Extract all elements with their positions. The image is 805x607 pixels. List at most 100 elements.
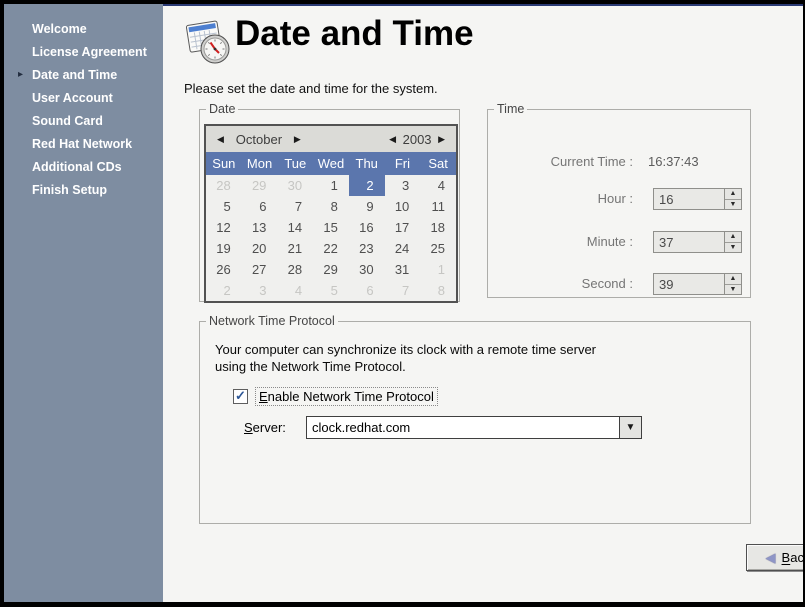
calendar-day-cell[interactable]: 17 xyxy=(385,217,421,238)
calendar-day-cell[interactable]: 29 xyxy=(313,259,349,280)
second-spinner: ▲ ▼ xyxy=(653,273,742,295)
calendar-day-cell[interactable]: 5 xyxy=(206,196,242,217)
ntp-group: Network Time Protocol Your computer can … xyxy=(199,314,751,524)
calendar-day-header: Mon xyxy=(242,156,278,171)
sidebar-item-label: Finish Setup xyxy=(32,183,107,197)
calendar-day-cell[interactable]: 30 xyxy=(349,259,385,280)
calendar-day-cell[interactable]: 11 xyxy=(420,196,456,217)
sidebar-item-license-agreement[interactable]: License Agreement xyxy=(4,40,163,63)
prev-month-icon[interactable]: ◀ xyxy=(213,134,228,145)
calendar-day-cell[interactable]: 21 xyxy=(277,238,313,259)
hour-spin-down-icon[interactable]: ▼ xyxy=(725,200,741,210)
second-row: Second : ▲ ▼ xyxy=(488,273,750,295)
sidebar-item-label: Additional CDs xyxy=(32,160,122,174)
calendar-day-cell[interactable]: 26 xyxy=(206,259,242,280)
calendar-day-cell[interactable]: 23 xyxy=(349,238,385,259)
calendar-day-cell[interactable]: 12 xyxy=(206,217,242,238)
sidebar-nav: Welcome License Agreement ▸Date and Time Us… xyxy=(4,4,163,602)
time-group-label: Time xyxy=(494,102,527,116)
calendar-day-cell[interactable]: 1 xyxy=(420,259,456,280)
calendar-day-cell[interactable]: 3 xyxy=(385,175,421,196)
sidebar-item-finish-setup[interactable]: Finish Setup xyxy=(4,178,163,201)
sidebar-item-label: License Agreement xyxy=(32,45,147,59)
calendar-day-cell[interactable]: 6 xyxy=(349,280,385,301)
calendar-day-cell[interactable]: 1 xyxy=(313,175,349,196)
back-arrow-icon: ◀ xyxy=(766,551,776,564)
calendar-day-cell[interactable]: 6 xyxy=(242,196,278,217)
minute-spin-up-icon[interactable]: ▲ xyxy=(725,232,741,243)
calendar-day-cell[interactable]: 28 xyxy=(206,175,242,196)
sidebar-item-label: Red Hat Network xyxy=(32,137,132,151)
calendar-day-cell[interactable]: 7 xyxy=(277,196,313,217)
sidebar-item-label: Date and Time xyxy=(32,68,117,82)
sidebar-item-date-and-time[interactable]: ▸Date and Time xyxy=(4,63,163,86)
server-row: Server: ▼ xyxy=(244,416,286,439)
calendar-day-cell[interactable]: 30 xyxy=(277,175,313,196)
main-content: Date and Time Please set the date and ti… xyxy=(163,4,803,602)
calendar-day-cell[interactable]: 18 xyxy=(420,217,456,238)
sidebar-item-welcome[interactable]: Welcome xyxy=(4,17,163,40)
calendar-day-cell[interactable]: 5 xyxy=(313,280,349,301)
calendar-day-cell[interactable]: 7 xyxy=(385,280,421,301)
calendar-day-cell[interactable]: 4 xyxy=(277,280,313,301)
hour-input[interactable] xyxy=(654,189,724,209)
minute-input[interactable] xyxy=(654,232,724,252)
hour-spinner: ▲ ▼ xyxy=(653,188,742,210)
second-spin-up-icon[interactable]: ▲ xyxy=(725,274,741,285)
combo-dropdown-icon[interactable]: ▼ xyxy=(619,417,641,438)
calendar-year-label: 2003 xyxy=(400,132,434,147)
window-body: Welcome License Agreement ▸Date and Time Us… xyxy=(4,4,803,602)
sidebar-item-user-account[interactable]: User Account xyxy=(4,86,163,109)
enable-ntp-row: ✓ Enable Network Time Protocol xyxy=(233,386,438,406)
calendar-clock-icon xyxy=(183,16,233,73)
calendar-day-cell[interactable]: 2 xyxy=(206,280,242,301)
calendar-day-header: Fri xyxy=(385,156,421,171)
next-year-icon[interactable]: ▶ xyxy=(434,134,449,145)
calendar-day-cell[interactable]: 13 xyxy=(242,217,278,238)
calendar-day-cell[interactable]: 15 xyxy=(313,217,349,238)
calendar-day-cell[interactable]: 3 xyxy=(242,280,278,301)
back-button-label: Back xyxy=(782,550,803,565)
enable-ntp-checkbox[interactable]: ✓ xyxy=(233,389,248,404)
sidebar-item-red-hat-network[interactable]: Red Hat Network xyxy=(4,132,163,155)
check-icon: ✓ xyxy=(235,388,246,404)
calendar-day-cell[interactable]: 4 xyxy=(420,175,456,196)
minute-spinner: ▲ ▼ xyxy=(653,231,742,253)
back-button[interactable]: ◀ Back xyxy=(746,544,803,571)
calendar-day-cell[interactable]: 24 xyxy=(385,238,421,259)
date-group-label: Date xyxy=(206,102,238,116)
calendar-day-cell[interactable]: 8 xyxy=(420,280,456,301)
minute-spin-down-icon[interactable]: ▼ xyxy=(725,243,741,253)
sidebar-item-label: Sound Card xyxy=(32,114,103,128)
calendar-day-cell[interactable]: 19 xyxy=(206,238,242,259)
server-input[interactable] xyxy=(307,417,619,438)
ntp-description-line1: Your computer can synchronize its clock … xyxy=(215,342,596,357)
next-month-icon[interactable]: ▶ xyxy=(290,134,305,145)
hour-spin-up-icon[interactable]: ▲ xyxy=(725,189,741,200)
calendar-day-header: Tue xyxy=(277,156,313,171)
calendar-day-cell[interactable]: 16 xyxy=(349,217,385,238)
setup-wizard-window: Welcome License Agreement ▸Date and Time Us… xyxy=(0,0,805,607)
enable-ntp-label[interactable]: Enable Network Time Protocol xyxy=(255,387,438,406)
calendar-day-cell[interactable]: 20 xyxy=(242,238,278,259)
calendar-day-cell-selected[interactable]: 2 xyxy=(349,175,385,196)
calendar-day-cell[interactable]: 27 xyxy=(242,259,278,280)
second-input[interactable] xyxy=(654,274,724,294)
second-spin-down-icon[interactable]: ▼ xyxy=(725,285,741,295)
page-title: Date and Time xyxy=(235,14,474,54)
calendar-day-cell[interactable]: 29 xyxy=(242,175,278,196)
calendar-day-header: Wed xyxy=(313,156,349,171)
sidebar-item-additional-cds[interactable]: Additional CDs xyxy=(4,155,163,178)
calendar-day-cell[interactable]: 25 xyxy=(420,238,456,259)
sidebar-item-label: User Account xyxy=(32,91,113,105)
calendar-day-cell[interactable]: 14 xyxy=(277,217,313,238)
calendar-day-cell[interactable]: 9 xyxy=(349,196,385,217)
calendar-day-cell[interactable]: 31 xyxy=(385,259,421,280)
calendar-day-cell[interactable]: 8 xyxy=(313,196,349,217)
prev-year-icon[interactable]: ◀ xyxy=(385,134,400,145)
calendar-day-cell[interactable]: 10 xyxy=(385,196,421,217)
calendar-day-cell[interactable]: 28 xyxy=(277,259,313,280)
sidebar-item-sound-card[interactable]: Sound Card xyxy=(4,109,163,132)
calendar-day-cell[interactable]: 22 xyxy=(313,238,349,259)
ntp-group-label: Network Time Protocol xyxy=(206,314,338,328)
